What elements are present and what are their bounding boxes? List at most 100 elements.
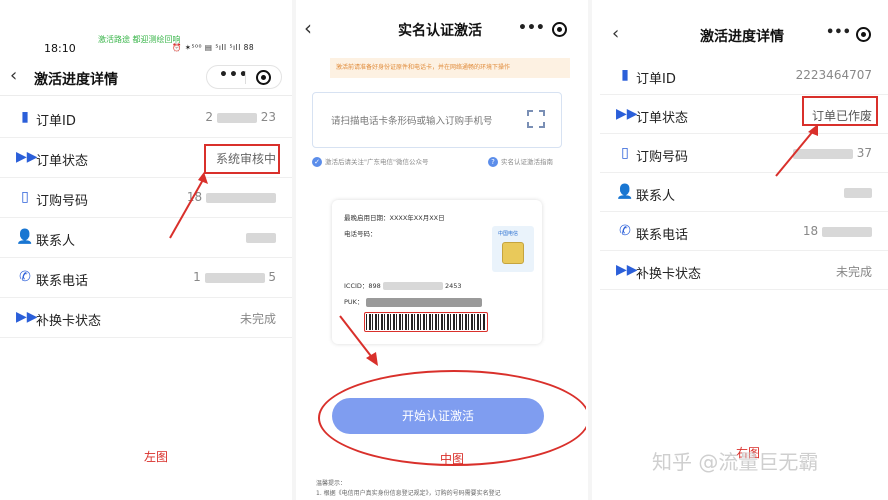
value-prefix: 1 <box>193 270 201 284</box>
highlight-box <box>204 144 280 174</box>
card-expire: 最晚启用日期：XXXX年XX月XX日 <box>344 214 445 222</box>
middle-panel: ‹ 实名认证激活 ••• 激活前请准备好身份证原件和电话卡，并在网络通畅的环境下… <box>296 0 586 500</box>
row-contact-phone: ✆ 联系电话 18 <box>600 212 888 251</box>
right-panel: ‹ 激活进度详情 ••• ▮ 订单ID 2223464707 ▶▶ 订单状态 订… <box>600 0 888 500</box>
status-bar: 激活路途 都迎测绘回响 18:10 ⏰ ✶⁵⁰⁰ ▤ ⁵ıll ⁵ıll 88 <box>0 0 292 60</box>
divider <box>588 0 592 500</box>
caption-left: 左图 <box>144 450 169 464</box>
value-prefix: 18 <box>802 224 819 238</box>
close-miniapp-icon[interactable] <box>856 27 871 42</box>
scan-placeholder: 请扫描电话卡条形码或输入订购手机号 <box>331 116 493 127</box>
page-title: 激活进度详情 <box>700 29 784 45</box>
more-icon[interactable]: ••• <box>826 25 851 40</box>
chip-icon <box>502 242 524 264</box>
left-panel: 激活路途 都迎测绘回响 18:10 ⏰ ✶⁵⁰⁰ ▤ ⁵ıll ⁵ıll 88 … <box>0 0 292 500</box>
watermark: 知乎 @流量巨无霸 <box>652 450 819 474</box>
close-miniapp-icon[interactable] <box>256 70 271 85</box>
redacted-mask <box>365 297 482 307</box>
nav-bar: ‹ 实名认证激活 ••• <box>296 0 586 58</box>
redacted-mask <box>844 187 872 198</box>
sim-chip-graphic: 中国电信 <box>492 226 534 272</box>
row-label: 联系电话 <box>636 228 689 243</box>
row-label: 订购号码 <box>636 150 689 165</box>
redacted-mask <box>382 282 443 290</box>
capsule-divider <box>245 71 246 84</box>
card-puk: PUK： <box>344 296 482 307</box>
row-value <box>844 185 872 199</box>
row-label: 订购号码 <box>36 194 89 209</box>
row-order-number: ▯ 订购号码 37 <box>600 134 888 173</box>
row-contact-phone: ✆ 联系电话 1 5 <box>0 258 292 298</box>
puk-label: PUK： <box>344 298 364 306</box>
phone-icon: ▯ <box>621 145 629 161</box>
document-icon: ▮ <box>621 67 629 83</box>
guide-link-text: 实名认证激活指南 <box>501 158 553 166</box>
person-add-icon: 👤 <box>616 184 634 200</box>
capsule-menu[interactable]: ••• <box>206 65 282 89</box>
row-contact: 👤 联系人 <box>600 173 888 212</box>
info-icon: ✓ <box>312 157 322 167</box>
notes-title: 温馨提示： <box>316 480 347 487</box>
follow-link-text: 激活后请关注"广东电信"微信公众号 <box>325 158 429 166</box>
row-contact: 👤 联系人 <box>0 218 292 258</box>
card-phone: 电话号码： <box>344 230 377 238</box>
follow-link[interactable]: ✓ 激活后请关注"广东电信"微信公众号 <box>312 156 428 167</box>
close-miniapp-icon[interactable] <box>552 22 567 37</box>
row-order-id: ▮ 订单ID 2223464707 <box>600 56 888 95</box>
double-arrow-icon: ▶▶ <box>616 106 638 122</box>
value-suffix: 37 <box>856 146 872 160</box>
arrow-annotation <box>339 315 378 366</box>
redacted-mask <box>246 232 276 243</box>
iccid-suffix: 2453 <box>444 282 462 290</box>
row-label: 订单状态 <box>636 111 689 126</box>
page-title: 激活进度详情 <box>34 72 118 88</box>
guide-link[interactable]: ? 实名认证激活指南 <box>488 156 553 167</box>
row-value: 2223464707 <box>795 68 872 82</box>
page-title: 实名认证激活 <box>398 23 482 39</box>
redacted-mask <box>822 226 872 237</box>
status-icons: ⏰ ✶⁵⁰⁰ ▤ ⁵ıll ⁵ıll 88 <box>172 43 255 52</box>
row-label: 订单ID <box>36 114 76 129</box>
question-icon: ? <box>488 157 498 167</box>
row-label: 补换卡状态 <box>36 314 102 329</box>
card-iccid: ICCID：898 2453 <box>344 280 462 290</box>
row-value: 未完成 <box>835 265 872 279</box>
redacted-mask <box>204 272 265 283</box>
status-banner: 激活路途 都迎测绘回响 <box>98 35 181 44</box>
double-arrow-icon: ▶▶ <box>616 262 638 278</box>
nav-bar: ‹ 激活进度详情 ••• <box>0 60 292 96</box>
back-icon[interactable]: ‹ <box>612 24 619 44</box>
row-label: 订单ID <box>636 72 676 87</box>
row-replace-card-status: ▶▶ 补换卡状态 未完成 <box>0 298 292 338</box>
nav-bar: ‹ 激活进度详情 ••• <box>600 8 888 58</box>
status-time: 18:10 <box>44 42 76 55</box>
row-value: 未完成 <box>239 312 276 326</box>
row-label: 订单状态 <box>36 154 89 169</box>
scan-input[interactable]: 请扫描电话卡条形码或输入订购手机号 <box>312 92 562 148</box>
caption-middle: 中图 <box>440 452 465 466</box>
back-icon[interactable]: ‹ <box>10 66 17 86</box>
row-label: 补换卡状态 <box>636 267 702 282</box>
redacted-mask <box>216 112 257 123</box>
carrier-logo: 中国电信 <box>498 231 519 237</box>
row-label: 联系人 <box>636 189 676 204</box>
row-order-number: ▯ 订购号码 18 <box>0 178 292 218</box>
back-icon[interactable]: ‹ <box>304 18 312 38</box>
row-value <box>246 230 276 244</box>
value-suffix: 23 <box>260 110 276 124</box>
phone-icon: ▯ <box>21 189 29 205</box>
double-arrow-icon: ▶▶ <box>16 149 38 165</box>
handset-icon: ✆ <box>619 223 631 239</box>
more-icon[interactable]: ••• <box>518 20 545 36</box>
iccid-prefix: ICCID：898 <box>344 282 381 290</box>
notice-banner: 激活前请准备好身份证原件和电话卡，并在网络通畅的环境下操作 <box>330 58 570 78</box>
value-suffix: 5 <box>268 270 276 284</box>
row-value: 1 5 <box>193 270 276 284</box>
scan-icon[interactable] <box>527 110 545 128</box>
notes-line: 1. 根据《电信用户真实身份信息登记规定》，订购的号码需要实名登记 <box>316 490 501 497</box>
value-prefix: 2 <box>205 110 214 124</box>
handset-icon: ✆ <box>19 269 31 285</box>
row-value: 18 <box>803 224 872 238</box>
row-replace-card-status: ▶▶ 补换卡状态 未完成 <box>600 251 888 290</box>
arrow-annotation <box>169 172 208 239</box>
